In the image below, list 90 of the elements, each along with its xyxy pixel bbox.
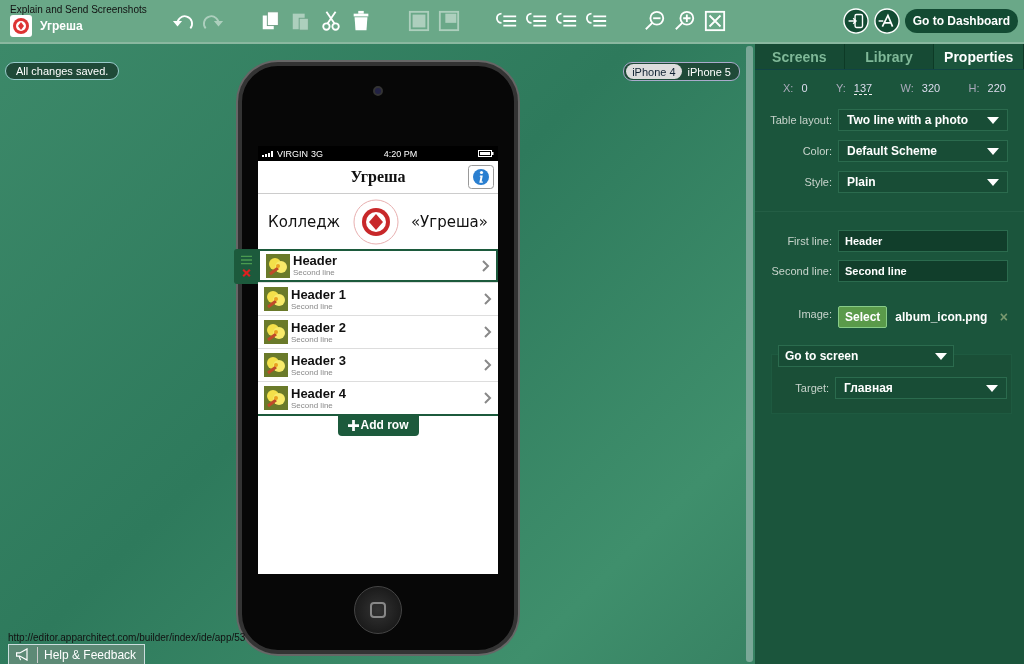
- file-name: album_icon.png: [895, 310, 989, 324]
- go-to-dashboard-button[interactable]: Go to Dashboard: [904, 9, 1018, 33]
- help-feedback-button[interactable]: Help & Feedback: [8, 644, 146, 664]
- geometry-label: W:: [900, 82, 914, 95]
- row-subtitle: Second line: [291, 301, 334, 312]
- select-dropdown[interactable]: Default Scheme: [838, 140, 1008, 162]
- flower-thumbnail-icon: [264, 320, 288, 344]
- geometry-label: Y:: [835, 82, 846, 95]
- geometry-value: 220: [987, 82, 1006, 95]
- row-header: Header: [293, 253, 339, 268]
- chevron-icon: [484, 392, 492, 404]
- field-label: Image:: [797, 308, 832, 320]
- geometry-value: 320: [921, 82, 941, 95]
- row-subtitle: Second line: [291, 334, 334, 345]
- app-logo-icon[interactable]: [10, 15, 32, 37]
- scrollbar[interactable]: [746, 46, 753, 662]
- flower-thumbnail-icon: [266, 253, 290, 278]
- zoom-out-icon[interactable]: [644, 10, 666, 32]
- table-row[interactable]: Header 2 Second line: [258, 315, 498, 348]
- table-row[interactable]: Header 3 Second line: [258, 348, 498, 381]
- copy-icon[interactable]: [260, 10, 282, 32]
- app-title: Угреша: [40, 19, 84, 33]
- select-dropdown[interactable]: Two line with a photo: [838, 109, 1008, 131]
- flower-thumbnail-icon: [264, 353, 288, 377]
- drag-handle-icon[interactable]: [240, 254, 252, 265]
- select-dropdown[interactable]: Plain: [838, 171, 1008, 193]
- caret-icon: [987, 147, 999, 155]
- geometry-label: H:: [968, 82, 980, 95]
- field-label: First line:: [786, 235, 832, 247]
- chevron-icon: [484, 359, 492, 371]
- app-store-icon[interactable]: [873, 8, 900, 34]
- device-option[interactable]: iPhone 4: [626, 64, 682, 79]
- signal-icon: [262, 150, 274, 157]
- scissors-icon[interactable]: [320, 10, 342, 32]
- plus-icon: [347, 419, 359, 431]
- geometry-label: X:: [783, 82, 794, 95]
- action-dropdown[interactable]: Go to screen: [778, 345, 954, 367]
- caret-icon: [986, 384, 998, 392]
- caret-icon: [935, 352, 947, 360]
- banner-text: Колледж: [268, 212, 341, 231]
- caret-icon: [987, 116, 999, 124]
- network-text: 3G: [311, 148, 324, 159]
- geometry-value[interactable]: 137: [853, 82, 873, 95]
- row-subtitle: Second line: [291, 400, 334, 411]
- row-handle[interactable]: [234, 249, 258, 284]
- phone-preview-icon[interactable]: [842, 8, 869, 34]
- emblem-icon: [350, 196, 401, 247]
- info-icon[interactable]: [468, 165, 494, 189]
- geometry-value: 0: [801, 82, 808, 95]
- add-row-button[interactable]: Add row: [337, 416, 419, 436]
- chevron-icon: [484, 326, 492, 338]
- delete-icon[interactable]: [240, 268, 252, 279]
- caret-icon: [987, 178, 999, 186]
- row-header: Header 4: [291, 385, 347, 401]
- panel-tab[interactable]: Screens: [755, 44, 845, 69]
- table-row[interactable]: Header 4 Second line: [258, 381, 498, 414]
- table-row[interactable]: Header Second line: [258, 249, 498, 282]
- nav-title: Угреша: [350, 168, 406, 186]
- text-input[interactable]: Second line: [838, 260, 1008, 282]
- chevron-icon: [482, 259, 490, 272]
- field-label: Second line:: [770, 265, 832, 277]
- row-header: Header 2: [291, 319, 347, 335]
- row-subtitle: Second line: [293, 268, 336, 278]
- clock-text: 4:20 PM: [383, 148, 418, 159]
- camera-icon: [373, 86, 383, 96]
- row-subtitle: Second line: [291, 367, 334, 378]
- row-header: Header 1: [291, 286, 347, 302]
- text-input[interactable]: Header: [838, 230, 1008, 252]
- banner-text: «Угреша»: [410, 212, 488, 231]
- device-option[interactable]: iPhone 5: [681, 64, 737, 79]
- row-header: Header 3: [291, 352, 347, 368]
- home-button[interactable]: [354, 586, 402, 634]
- field-label: Color:: [801, 145, 832, 157]
- field-label: Table layout:: [769, 114, 832, 126]
- zoom-in-icon[interactable]: [674, 10, 696, 32]
- battery-icon: [478, 150, 494, 157]
- panel-tab[interactable]: Library: [844, 44, 935, 69]
- target-dropdown[interactable]: Главная: [835, 377, 1007, 399]
- chevron-icon: [484, 293, 492, 305]
- table-row[interactable]: Header 1 Second line: [258, 282, 498, 315]
- status-url: http://editor.apparchitect.com/builder/index/ide/app/53: [8, 632, 246, 643]
- megaphone-icon: [15, 648, 31, 661]
- flower-thumbnail-icon: [264, 386, 288, 410]
- save-status: All changes saved.: [5, 62, 120, 80]
- flower-thumbnail-icon: [264, 287, 288, 311]
- carrier-text: VIRGIN: [277, 148, 308, 159]
- field-label: Style:: [803, 176, 832, 188]
- overlay-caption: Explain and Send Screenshots: [10, 4, 147, 15]
- field-label: Target:: [794, 382, 829, 394]
- fit-screen-icon[interactable]: [704, 10, 726, 32]
